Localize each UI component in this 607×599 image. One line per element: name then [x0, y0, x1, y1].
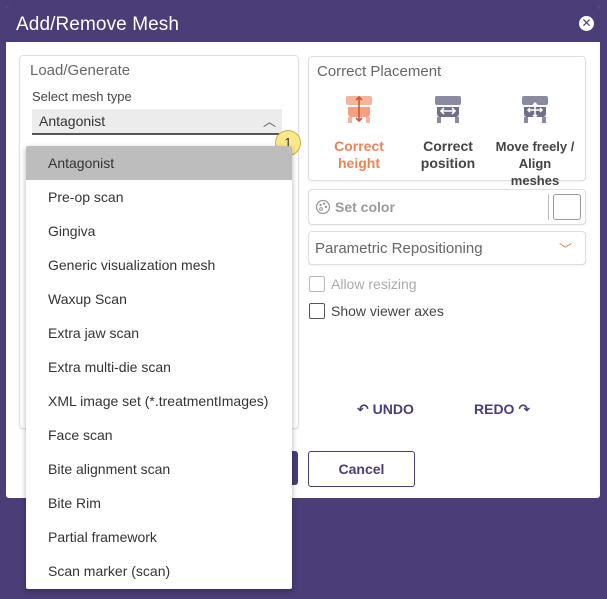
- redo-button[interactable]: REDO ↷: [474, 401, 530, 418]
- set-color-label: Set color: [335, 199, 395, 215]
- chevron-up-icon: ︿: [262, 114, 276, 129]
- move-freely-label: Move freely / Align meshes: [495, 139, 575, 188]
- list-item[interactable]: Extra jaw scan: [26, 316, 292, 350]
- chevron-down-icon: ﹀: [558, 242, 572, 257]
- undo-button[interactable]: ↶ UNDO: [357, 401, 414, 418]
- list-item[interactable]: Face scan: [26, 418, 292, 452]
- list-item[interactable]: Scan marker (scan): [26, 554, 292, 588]
- load-generate-title: Load/Generate: [30, 62, 131, 79]
- primary-action-button[interactable]: [292, 451, 298, 485]
- list-item[interactable]: Extra multi-die scan: [26, 350, 292, 384]
- mesh-type-select[interactable]: Antagonist ︿: [32, 109, 282, 135]
- position-tooth-icon: [435, 96, 461, 123]
- list-item[interactable]: Antagonist: [26, 146, 292, 180]
- list-item[interactable]: Bite alignment scan: [26, 452, 292, 486]
- checkbox-box[interactable]: [309, 276, 325, 292]
- divider: [548, 194, 549, 220]
- redo-label: REDO: [474, 401, 515, 417]
- correct-position-label: Correct position: [420, 138, 476, 171]
- show-viewer-axes-label: Show viewer axes: [331, 303, 444, 319]
- parametric-repositioning-label: Parametric Repositioning: [315, 240, 483, 257]
- list-item[interactable]: Pre-op scan: [26, 180, 292, 214]
- list-item[interactable]: Generic visualization mesh: [26, 248, 292, 282]
- height-tooth-icon: [346, 95, 372, 123]
- undo-icon: ↶: [357, 401, 369, 417]
- redo-icon: ↷: [518, 401, 531, 417]
- correct-height-button[interactable]: Correct height: [327, 93, 391, 172]
- dialog-title: Add/Remove Mesh: [16, 14, 180, 35]
- list-item[interactable]: Waxup Scan: [26, 282, 292, 316]
- mesh-type-value: Antagonist: [39, 113, 106, 129]
- undo-label: UNDO: [372, 401, 414, 417]
- correct-placement-title: Correct Placement: [317, 63, 442, 80]
- palette-icon: [315, 199, 331, 215]
- correct-position-button[interactable]: Correct position: [413, 93, 483, 172]
- allow-resizing-label: Allow resizing: [331, 276, 417, 292]
- color-swatch[interactable]: [553, 194, 581, 220]
- close-icon[interactable]: ✕: [579, 16, 594, 31]
- move-tooth-icon: [522, 96, 548, 123]
- correct-placement-panel: Correct Placement Correct height Correct…: [308, 56, 586, 188]
- list-item[interactable]: Partial framework: [26, 520, 292, 554]
- cancel-button[interactable]: Cancel: [308, 451, 415, 487]
- list-item[interactable]: Bite Rim: [26, 486, 292, 520]
- set-color-row[interactable]: Set color: [308, 189, 586, 225]
- mesh-type-dropdown-list: Antagonist Pre-op scan Gingiva Generic v…: [26, 146, 292, 589]
- list-item[interactable]: XML image set (*.treatmentImages): [26, 384, 292, 418]
- mesh-type-label: Select mesh type: [32, 89, 132, 104]
- checkbox-box[interactable]: [309, 303, 325, 319]
- dialog-titlebar: Add/Remove Mesh ✕: [6, 6, 600, 42]
- move-freely-button[interactable]: Move freely / Align meshes: [493, 93, 577, 189]
- list-item[interactable]: Gingiva: [26, 214, 292, 248]
- correct-height-label: Correct height: [334, 138, 384, 171]
- parametric-repositioning-expander[interactable]: Parametric Repositioning ﹀: [308, 231, 586, 265]
